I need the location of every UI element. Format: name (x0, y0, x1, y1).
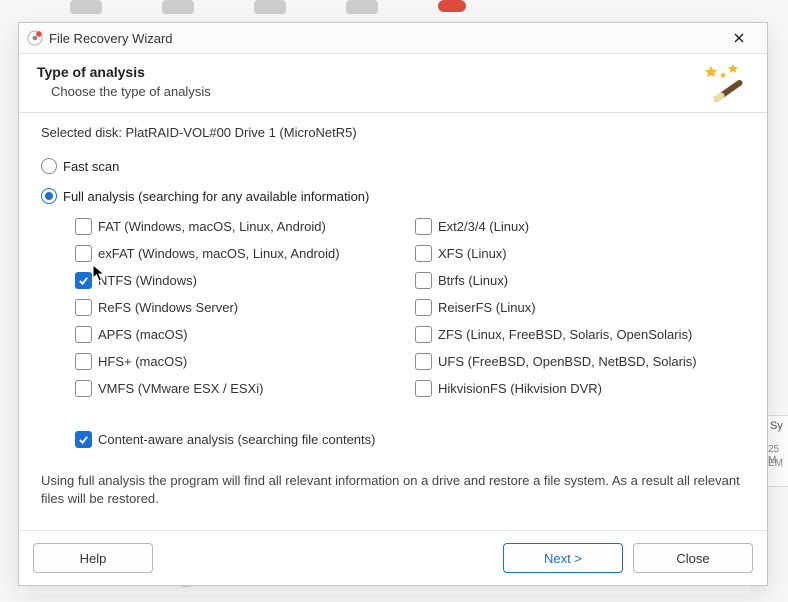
content-aware-checkbox[interactable]: Content-aware analysis (searching file c… (75, 431, 745, 448)
selected-disk-label: Selected disk: PlatRAID-VOL#00 Drive 1 (… (41, 125, 745, 140)
file-recovery-wizard-dialog: File Recovery Wizard Type of analysis Ch… (18, 22, 768, 586)
fs-checkbox-hikfs[interactable]: HikvisionFS (Hikvision DVR) (415, 380, 745, 397)
window-title: File Recovery Wizard (49, 31, 719, 46)
fast-scan-radio[interactable]: Fast scan (41, 158, 745, 174)
close-button-label: Close (676, 551, 709, 566)
fs-checkbox-btrfs[interactable]: Btrfs (Linux) (415, 272, 745, 289)
fs-checkbox-ufs[interactable]: UFS (FreeBSD, OpenBSD, NetBSD, Solaris) (415, 353, 745, 370)
radio-icon (41, 158, 57, 174)
wizard-header: Type of analysis Choose the type of anal… (19, 54, 767, 113)
checkbox-icon (75, 245, 92, 262)
checkbox-icon (415, 326, 432, 343)
fs-label: HFS+ (macOS) (98, 354, 187, 369)
fs-label: HikvisionFS (Hikvision DVR) (438, 381, 602, 396)
background-toolbar-icons (0, 0, 788, 22)
fs-label: ZFS (Linux, FreeBSD, Solaris, OpenSolari… (438, 327, 692, 342)
fs-label: UFS (FreeBSD, OpenBSD, NetBSD, Solaris) (438, 354, 697, 369)
fs-label: VMFS (VMware ESX / ESXi) (98, 381, 263, 396)
fs-label: Ext2/3/4 (Linux) (438, 219, 529, 234)
checkbox-icon (415, 245, 432, 262)
checkbox-icon (75, 299, 92, 316)
fs-checkbox-ntfs[interactable]: NTFS (Windows) (75, 272, 405, 289)
content-aware-label: Content-aware analysis (searching file c… (98, 432, 375, 447)
help-button-label: Help (80, 551, 107, 566)
fs-checkbox-ext[interactable]: Ext2/3/4 (Linux) (415, 218, 745, 235)
fs-checkbox-zfs[interactable]: ZFS (Linux, FreeBSD, Solaris, OpenSolari… (415, 326, 745, 343)
info-text: Using full analysis the program will fin… (41, 472, 745, 507)
fs-label: NTFS (Windows) (98, 273, 197, 288)
fast-scan-label: Fast scan (63, 159, 119, 174)
next-button[interactable]: Next > (503, 543, 623, 573)
fs-checkbox-xfs[interactable]: XFS (Linux) (415, 245, 745, 262)
fs-label: exFAT (Windows, macOS, Linux, Android) (98, 246, 340, 261)
help-button[interactable]: Help (33, 543, 153, 573)
fs-label: FAT (Windows, macOS, Linux, Android) (98, 219, 326, 234)
checkbox-icon (75, 353, 92, 370)
wizard-wand-icon (705, 62, 745, 102)
fs-checkbox-fat[interactable]: FAT (Windows, macOS, Linux, Android) (75, 218, 405, 235)
filesystem-options-grid: FAT (Windows, macOS, Linux, Android) Ext2… (75, 218, 745, 397)
fs-checkbox-hfs[interactable]: HFS+ (macOS) (75, 353, 405, 370)
page-title: Type of analysis (37, 64, 705, 80)
checkbox-icon (415, 272, 432, 289)
fs-checkbox-reiserfs[interactable]: ReiserFS (Linux) (415, 299, 745, 316)
fs-checkbox-exfat[interactable]: exFAT (Windows, macOS, Linux, Android) (75, 245, 405, 262)
fs-label: ReiserFS (Linux) (438, 300, 536, 315)
next-button-label: Next > (544, 551, 582, 566)
background-side-panel-fragment: Sy 25 M EM (765, 415, 788, 487)
fs-label: Btrfs (Linux) (438, 273, 508, 288)
checkbox-icon (415, 353, 432, 370)
fs-checkbox-apfs[interactable]: APFS (macOS) (75, 326, 405, 343)
fs-label: ReFS (Windows Server) (98, 300, 238, 315)
fs-label: XFS (Linux) (438, 246, 507, 261)
close-button[interactable]: Close (633, 543, 753, 573)
close-window-button[interactable] (719, 24, 759, 52)
full-analysis-radio[interactable]: Full analysis (searching for any availab… (41, 188, 745, 204)
checkbox-icon (415, 299, 432, 316)
checkbox-icon (75, 272, 92, 289)
full-analysis-label: Full analysis (searching for any availab… (63, 189, 369, 204)
checkbox-icon (415, 218, 432, 235)
fs-checkbox-vmfs[interactable]: VMFS (VMware ESX / ESXi) (75, 380, 405, 397)
fs-label: APFS (macOS) (98, 327, 188, 342)
wizard-body: Selected disk: PlatRAID-VOL#00 Drive 1 (… (19, 113, 767, 530)
titlebar: File Recovery Wizard (19, 23, 767, 54)
fs-checkbox-refs[interactable]: ReFS (Windows Server) (75, 299, 405, 316)
page-subtitle: Choose the type of analysis (51, 84, 705, 99)
wizard-footer: Help Next > Close (19, 530, 767, 585)
checkbox-icon (75, 380, 92, 397)
checkbox-icon (75, 431, 92, 448)
radio-icon (41, 188, 57, 204)
checkbox-icon (415, 380, 432, 397)
checkbox-icon (75, 218, 92, 235)
checkbox-icon (75, 326, 92, 343)
app-icon (27, 30, 43, 46)
